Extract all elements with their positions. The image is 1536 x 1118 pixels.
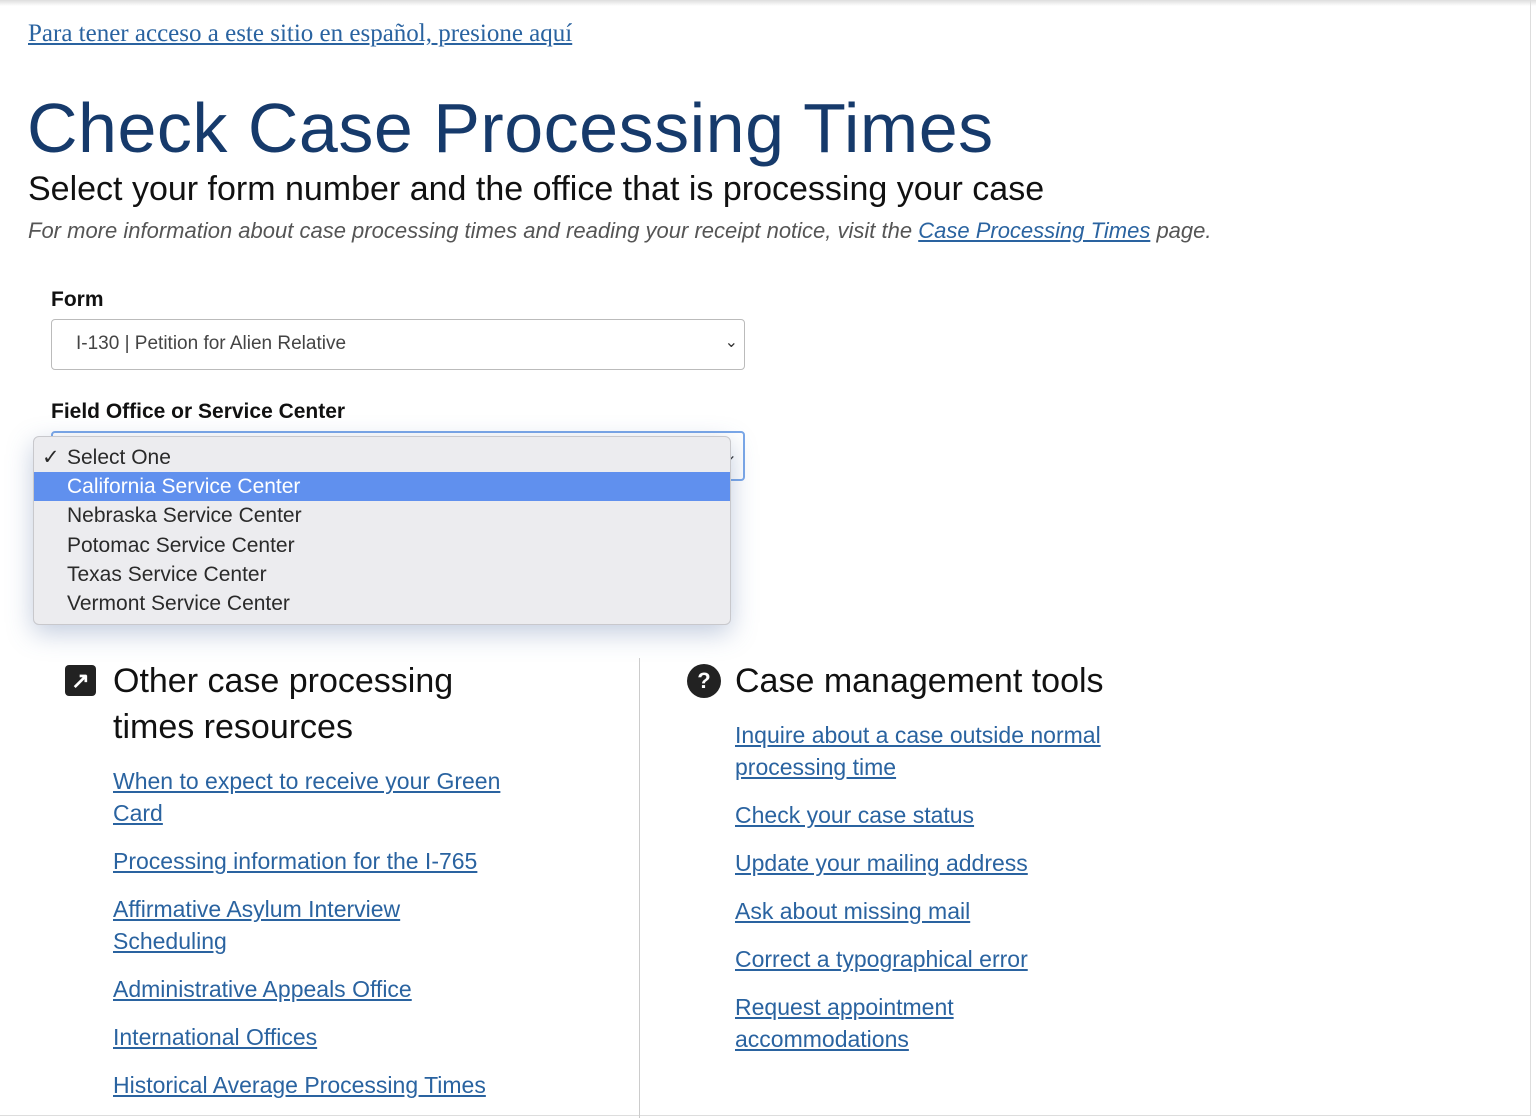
question-icon: ? (687, 664, 721, 698)
option-vermont[interactable]: Vermont Service Center (34, 589, 730, 618)
office-dropdown-menu: ✓ Select One California Service Center Ne… (33, 436, 731, 625)
resource-link[interactable]: Affirmative Asylum Interview Scheduling (113, 893, 443, 957)
resource-link[interactable]: International Offices (113, 1021, 543, 1053)
chevron-down-icon: ⌄ (724, 334, 738, 351)
form-select-value: I-130 | Petition for Alien Relative (76, 333, 347, 354)
option-potomac[interactable]: Potomac Service Center (34, 531, 730, 560)
resource-link[interactable]: When to expect to receive your Green Car… (113, 765, 543, 829)
option-texas[interactable]: Texas Service Center (34, 560, 730, 589)
option-label: Select One (67, 446, 171, 469)
left-links: When to expect to receive your Green Car… (113, 765, 543, 1117)
office-label: Field Office or Service Center (51, 400, 346, 423)
option-nebraska[interactable]: Nebraska Service Center (34, 501, 730, 530)
option-california[interactable]: California Service Center (34, 472, 730, 502)
tool-link[interactable]: Request appointment accommodations (735, 991, 995, 1055)
tool-link[interactable]: Correct a typographical error (735, 943, 1135, 975)
form-select[interactable]: I-130 | Petition for Alien Relative ⌄ (51, 319, 745, 370)
column-divider (639, 658, 640, 1118)
tool-link[interactable]: Inquire about a case outside normal proc… (735, 719, 1135, 783)
resource-link[interactable]: Processing information for the I-765 (113, 845, 543, 877)
right-links: Inquire about a case outside normal proc… (735, 719, 1135, 1071)
right-heading: Case management tools (735, 662, 1104, 700)
spanish-link[interactable]: Para tener acceso a este sitio en españo… (28, 20, 572, 48)
info-after: page. (1150, 218, 1212, 243)
tool-link[interactable]: Ask about missing mail (735, 895, 1135, 927)
info-before: For more information about case processi… (28, 218, 919, 243)
form-label: Form (51, 288, 104, 311)
tool-link[interactable]: Update your mailing address (735, 847, 1135, 879)
checkmark-icon: ✓ (42, 446, 60, 469)
page-subtitle: Select your form number and the office t… (28, 170, 1045, 208)
resource-link[interactable]: Administrative Appeals Office (113, 973, 543, 1005)
option-select-one[interactable]: ✓ Select One (34, 443, 730, 472)
resource-link[interactable]: Historical Average Processing Times (113, 1069, 543, 1101)
info-text: For more information about case processi… (28, 218, 1212, 244)
tool-link[interactable]: Check your case status (735, 799, 1135, 831)
external-link-icon: ↗ (65, 665, 96, 696)
case-processing-times-link[interactable]: Case Processing Times (918, 218, 1150, 243)
left-heading: Other case processing times resources (113, 662, 454, 746)
page-title: Check Case Processing Times (27, 89, 994, 167)
